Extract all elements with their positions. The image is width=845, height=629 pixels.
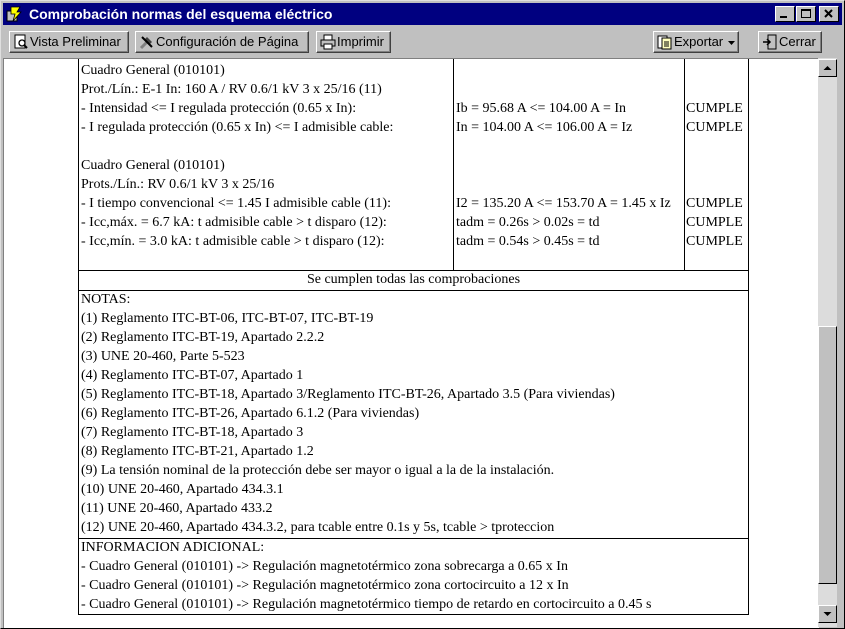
protection-line: Prot./Lín.: E-1 In: 160 A / RV 0.6/1 kV … [81,82,382,97]
check-result: tadm = 0.26s > 0.02s = td [456,215,600,230]
note-item: (5) Reglamento ITC-BT-18, Apartado 3/Reg… [81,387,615,402]
title-bar[interactable]: Comprobación normas del esquema eléctric… [3,3,842,25]
report-view[interactable]: Cuadro General (010101) Prot./Lín.: E-1 … [3,58,819,628]
row-divider [78,290,749,291]
vertical-scrollbar[interactable] [818,58,837,627]
note-item: (9) La tensión nominal de la protección … [81,463,555,478]
preview-label: Vista Preliminar [30,34,121,49]
check-label: - Icc,máx. = 6.7 kA: t admisible cable >… [81,215,387,230]
note-item: (4) Reglamento ITC-BT-07, Apartado 1 [81,368,304,383]
export-icon [657,34,673,50]
panel-name: Cuadro General (010101) [81,158,225,173]
page-setup-label: Configuración de Página [156,34,299,49]
check-label: - Icc,mín. = 3.0 kA: t admisible cable >… [81,234,385,249]
protection-line: Prots./Lín.: RV 0.6/1 kV 3 x 25/16 [81,177,275,192]
check-status: CUMPLE [686,215,743,230]
exit-door-icon [762,34,778,50]
print-button[interactable]: Imprimir [316,31,391,53]
scroll-up-button[interactable] [818,59,837,77]
check-result: I2 = 135.20 A <= 153.70 A = 1.45 x Iz [456,196,671,211]
export-button[interactable]: Exportar [653,31,739,53]
table-left-border [78,59,79,615]
info-title: INFORMACION ADICIONAL: [81,540,265,555]
close-icon [824,9,833,18]
column-divider [453,59,454,270]
report-document: Cuadro General (010101) Prot./Lín.: E-1 … [4,59,819,628]
check-label: - I regulada protección (0.65 x In) <= I… [81,120,394,135]
notes-title: NOTAS: [81,292,131,307]
close-window-button[interactable] [819,6,839,22]
maximize-icon [801,9,811,18]
info-item: - Cuadro General (010101) -> Regulación … [81,559,568,574]
scroll-down-button[interactable] [818,605,837,623]
table-bottom-border [78,614,749,615]
printer-icon [320,34,336,50]
arrow-up-icon [823,66,832,70]
toolbar: Vista Preliminar Configuración de Página… [3,27,842,57]
check-status: CUMPLE [686,196,743,211]
table-right-border [748,59,749,615]
note-item: (1) Reglamento ITC-BT-06, ITC-BT-07, ITC… [81,311,374,326]
preview-icon [13,34,29,50]
minimize-icon [780,16,787,18]
app-icon[interactable] [6,6,22,22]
dropdown-arrow-icon [727,40,735,45]
note-item: (10) UNE 20-460, Apartado 434.3.1 [81,482,284,497]
note-item: (7) Reglamento ITC-BT-18, Apartado 3 [81,425,304,440]
preview-button[interactable]: Vista Preliminar [9,31,129,53]
note-item: (8) Reglamento ITC-BT-21, Apartado 1.2 [81,444,314,459]
check-label: - Intensidad <= I regulada protección (0… [81,101,357,116]
panel-name: Cuadro General (010101) [81,63,225,78]
report-window: Comprobación normas del esquema eléctric… [0,0,845,629]
note-item: (11) UNE 20-460, Apartado 433.2 [81,501,273,516]
check-result: Ib = 95.68 A <= 104.00 A = In [456,101,627,116]
summary-text: Se cumplen todas las comprobaciones [306,272,521,287]
export-label: Exportar [674,34,724,49]
check-status: CUMPLE [686,234,743,249]
info-item: - Cuadro General (010101) -> Regulación … [81,578,569,593]
arrow-down-icon [823,612,832,616]
info-item: - Cuadro General (010101) -> Regulación … [81,597,652,612]
close-button[interactable]: Cerrar [758,31,822,53]
print-label: Imprimir [337,34,384,49]
tools-icon [139,34,155,50]
note-item: (2) Reglamento ITC-BT-19, Apartado 2.2.2 [81,330,325,345]
check-result: In = 104.00 A <= 106.00 A = Iz [456,120,633,135]
note-item: (6) Reglamento ITC-BT-26, Apartado 6.1.2… [81,406,420,421]
maximize-button[interactable] [796,6,816,22]
window-title: Comprobación normas del esquema eléctric… [29,6,333,22]
check-label: - I tiempo convencional <= 1.45 I admisi… [81,196,391,211]
column-divider [684,59,685,270]
page-setup-button[interactable]: Configuración de Página [135,31,309,53]
note-item: (3) UNE 20-460, Parte 5-523 [81,349,245,364]
scroll-thumb[interactable] [818,326,837,584]
row-divider [78,538,749,539]
check-status: CUMPLE [686,120,743,135]
row-divider [78,270,749,271]
minimize-button[interactable] [775,6,795,22]
check-status: CUMPLE [686,101,743,116]
close-label: Cerrar [779,34,816,49]
check-result: tadm = 0.54s > 0.45s = td [456,234,600,249]
note-item: (12) UNE 20-460, Apartado 434.3.2, para … [81,520,555,535]
